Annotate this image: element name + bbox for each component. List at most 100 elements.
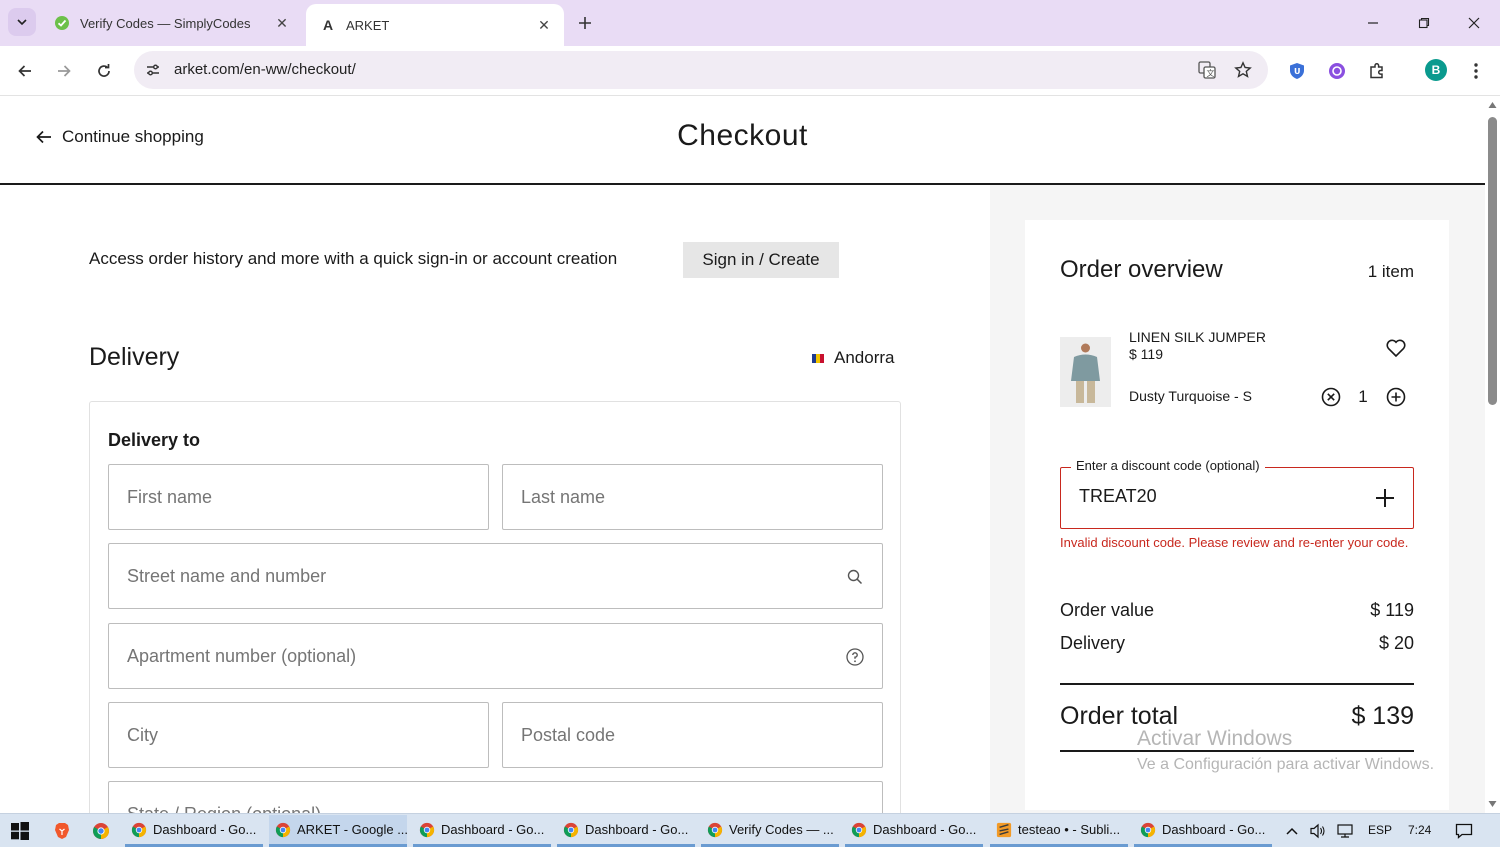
- apply-discount-plus-icon[interactable]: [1373, 486, 1397, 510]
- apartment-field[interactable]: Apartment number (optional): [108, 623, 883, 689]
- address-bar[interactable]: arket.com/en-ww/checkout/ 文: [134, 51, 1268, 89]
- discount-code-field[interactable]: Enter a discount code (optional): [1060, 458, 1414, 529]
- taskbar-item-label: Dashboard - Go...: [873, 822, 977, 837]
- state-region-field[interactable]: State / Region (optional): [108, 781, 883, 813]
- discount-error-message: Invalid discount code. Please review and…: [1060, 535, 1409, 550]
- taskbar-item[interactable]: Dashboard - Go...: [1134, 815, 1272, 847]
- taskbar-item-label: Dashboard - Go...: [1162, 822, 1266, 837]
- order-value-row: Order value $ 119: [1060, 600, 1414, 621]
- wishlist-heart-icon[interactable]: [1385, 337, 1407, 359]
- street-field[interactable]: Street name and number: [108, 543, 883, 609]
- tab-search-dropdown[interactable]: [8, 8, 36, 36]
- close-icon: [1468, 17, 1480, 29]
- last-name-field[interactable]: Last name: [502, 464, 883, 530]
- postal-code-field[interactable]: Postal code: [502, 702, 883, 768]
- reload-button[interactable]: [91, 58, 117, 84]
- country-selector[interactable]: Andorra: [812, 348, 894, 368]
- city-placeholder: City: [127, 725, 158, 745]
- arrow-left-icon: [18, 65, 31, 77]
- windows-taskbar: Dashboard - Go... ARKET - Google ... Das…: [0, 813, 1500, 847]
- chrome-icon: [275, 822, 291, 837]
- taskbar-item-label: testeao • - Subli...: [1018, 822, 1121, 837]
- chrome-icon: [707, 822, 723, 837]
- chrome-icon[interactable]: [91, 821, 111, 841]
- network-icon[interactable]: [1336, 821, 1356, 841]
- clock[interactable]: 7:24: [1408, 823, 1431, 837]
- shield-extension-icon[interactable]: U: [1284, 58, 1310, 84]
- country-name: Andorra: [834, 348, 895, 367]
- back-button[interactable]: [12, 58, 38, 84]
- taskbar-item-label: ARKET - Google ...: [297, 822, 407, 837]
- product-image[interactable]: [1060, 337, 1111, 407]
- discount-code-input[interactable]: [1079, 486, 1339, 507]
- apartment-placeholder: Apartment number (optional): [127, 646, 357, 666]
- delivery-cost-row: Delivery $ 20: [1060, 633, 1414, 654]
- quantity-value: 1: [1358, 387, 1368, 406]
- delivery-heading: Delivery: [89, 343, 180, 371]
- taskbar-item[interactable]: Dashboard - Go...: [557, 815, 695, 847]
- tab-title: Verify Codes — SimplyCodes: [80, 15, 251, 31]
- brave-browser-icon[interactable]: [52, 821, 72, 841]
- taskbar-item[interactable]: Dashboard - Go...: [845, 815, 983, 847]
- summary-divider: [1060, 683, 1414, 685]
- tray-chevron-up-icon[interactable]: [1282, 821, 1302, 841]
- product-name[interactable]: LINEN SILK JUMPER: [1129, 329, 1266, 345]
- scrollbar-thumb[interactable]: [1488, 117, 1497, 405]
- tab-arket[interactable]: A ARKET ✕: [306, 4, 564, 46]
- new-tab-button[interactable]: [574, 12, 596, 34]
- taskbar-item-label: Dashboard - Go...: [153, 822, 257, 837]
- taskbar-item[interactable]: testeao • - Subli...: [990, 815, 1128, 847]
- scroll-up-icon[interactable]: [1488, 101, 1497, 109]
- translate-icon[interactable]: 文: [1196, 59, 1218, 81]
- scroll-down-icon[interactable]: [1488, 800, 1497, 808]
- state-region-placeholder: State / Region (optional): [127, 804, 321, 813]
- taskbar-item[interactable]: Dashboard - Go...: [413, 815, 551, 847]
- notifications-icon[interactable]: [1454, 821, 1474, 841]
- close-tab-icon[interactable]: ✕: [534, 15, 554, 35]
- increase-quantity-icon[interactable]: [1385, 386, 1407, 408]
- delivery-cost-amount: $ 20: [1378, 633, 1414, 653]
- help-icon[interactable]: [844, 646, 866, 668]
- remove-item-icon[interactable]: [1320, 386, 1342, 408]
- delivery-to-heading: Delivery to: [108, 430, 201, 450]
- browser-menu-icon[interactable]: [1463, 58, 1489, 84]
- arrow-right-icon: [58, 65, 71, 77]
- andorra-flag-icon: [812, 353, 824, 363]
- tab-title: ARKET: [346, 17, 390, 33]
- plus-icon: [579, 17, 591, 29]
- minimize-button[interactable]: [1360, 10, 1386, 36]
- sign-in-create-button[interactable]: Sign in / Create: [683, 242, 839, 278]
- browser-tab-bar: Verify Codes — SimplyCodes ✕ A ARKET ✕: [0, 0, 1500, 46]
- restore-button[interactable]: [1411, 10, 1437, 36]
- purple-extension-icon[interactable]: [1324, 58, 1350, 84]
- site-info-icon[interactable]: [142, 59, 164, 81]
- chrome-icon: [851, 822, 867, 837]
- taskbar-item[interactable]: Dashboard - Go...: [125, 815, 263, 847]
- forward-button[interactable]: [51, 58, 77, 84]
- order-overview-panel: Order overview 1 item LINEN SILK JUMPER …: [1025, 220, 1449, 810]
- taskbar-item-label: Dashboard - Go...: [585, 822, 689, 837]
- page-scrollbar[interactable]: [1485, 97, 1500, 813]
- restore-icon: [1418, 17, 1430, 29]
- city-field[interactable]: City: [108, 702, 489, 768]
- taskbar-item[interactable]: Verify Codes — ...: [701, 815, 839, 847]
- taskbar-item[interactable]: ARKET - Google ...: [269, 815, 407, 847]
- minimize-icon: [1368, 22, 1378, 24]
- reload-icon: [98, 64, 110, 77]
- first-name-field[interactable]: First name: [108, 464, 489, 530]
- profile-avatar[interactable]: B: [1425, 59, 1447, 81]
- chrome-icon: [1140, 822, 1156, 837]
- product-price: $ 119: [1129, 346, 1163, 362]
- delivery-address-form: Delivery to First name Last name Street …: [89, 401, 901, 813]
- close-tab-icon[interactable]: ✕: [272, 13, 292, 33]
- windows-start-icon[interactable]: [10, 821, 30, 841]
- arket-favicon-icon: A: [322, 17, 334, 33]
- extensions-puzzle-icon[interactable]: [1364, 58, 1390, 84]
- bookmark-star-icon[interactable]: [1232, 59, 1254, 81]
- volume-icon[interactable]: [1308, 821, 1328, 841]
- chrome-icon: [419, 822, 435, 837]
- close-window-button[interactable]: [1461, 10, 1487, 36]
- language-indicator[interactable]: ESP: [1368, 823, 1392, 837]
- tab-verify-codes[interactable]: Verify Codes — SimplyCodes ✕: [44, 0, 302, 46]
- windows-activation-subtext: Ve a Configuración para activar Windows.: [1137, 756, 1435, 773]
